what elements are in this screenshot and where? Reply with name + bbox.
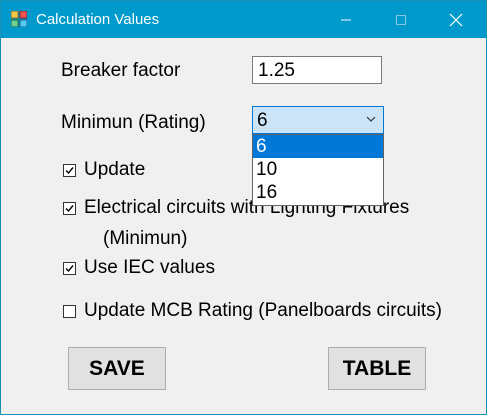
- lighting-fixtures-sublabel[interactable]: (Minimun): [103, 228, 187, 250]
- save-button[interactable]: SAVE: [68, 347, 166, 390]
- breaker-factor-input[interactable]: 1.25: [252, 56, 382, 84]
- chevron-down-icon[interactable]: [366, 116, 376, 123]
- maximize-button[interactable]: [378, 1, 424, 38]
- minimum-rating-value: 6: [257, 110, 268, 131]
- window-title: Calculation Values: [36, 11, 160, 28]
- form-area: Breaker factor 1.25 Minimun (Rating) 6 6…: [1, 38, 486, 414]
- close-button[interactable]: [433, 1, 479, 38]
- update-label[interactable]: Update: [84, 159, 145, 181]
- close-icon: [449, 13, 463, 26]
- minimum-rating-select[interactable]: 6: [252, 106, 384, 134]
- update-mcb-checkbox[interactable]: [63, 305, 76, 318]
- lighting-fixtures-checkbox[interactable]: [63, 202, 76, 215]
- checkmark-icon: [65, 167, 74, 175]
- iec-values-checkbox[interactable]: [63, 262, 76, 275]
- dropdown-option-10[interactable]: 10: [253, 158, 383, 181]
- minimum-rating-label: Minimun (Rating): [61, 112, 206, 133]
- breaker-factor-label: Breaker factor: [61, 60, 181, 81]
- minimum-rating-dropdown: 6 10 16: [252, 134, 384, 206]
- app-icon: [10, 10, 28, 28]
- table-button[interactable]: TABLE: [328, 347, 426, 390]
- checkmark-icon: [65, 265, 74, 273]
- dropdown-option-16[interactable]: 16: [253, 181, 383, 204]
- calculation-values-window: Calculation Values Breaker factor 1.25 M…: [0, 0, 487, 415]
- dropdown-option-6[interactable]: 6: [253, 135, 383, 158]
- update-mcb-label[interactable]: Update MCB Rating (Panelboards circuits): [84, 300, 442, 322]
- minimize-icon: [341, 19, 351, 20]
- maximize-icon: [396, 14, 406, 25]
- iec-values-label[interactable]: Use IEC values: [84, 257, 215, 279]
- update-checkbox[interactable]: [63, 164, 76, 177]
- title-bar[interactable]: Calculation Values: [1, 1, 486, 38]
- checkmark-icon: [65, 205, 74, 213]
- minimize-button[interactable]: [323, 1, 369, 38]
